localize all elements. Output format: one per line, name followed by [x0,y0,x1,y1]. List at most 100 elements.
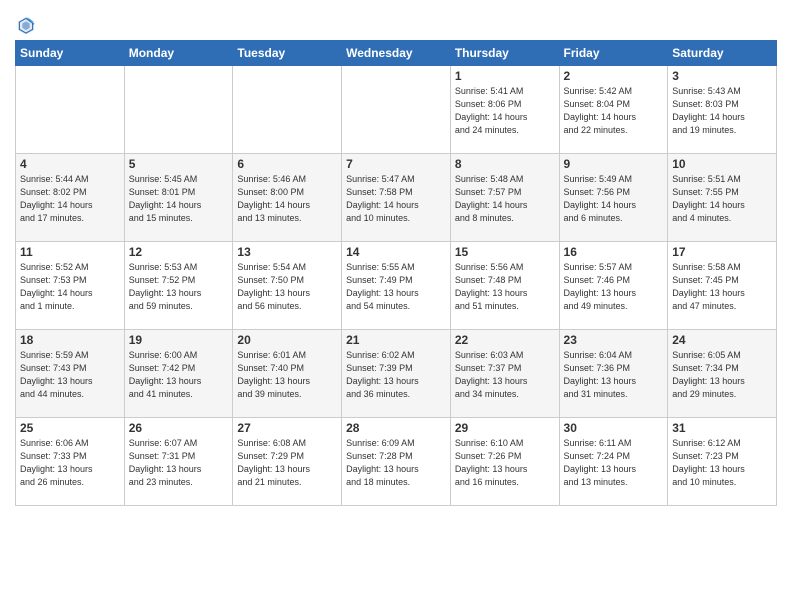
cell-data: Sunrise: 6:07 AM Sunset: 7:31 PM Dayligh… [129,437,229,489]
cell-data: Sunrise: 5:56 AM Sunset: 7:48 PM Dayligh… [455,261,555,313]
cal-cell: 10 Sunrise: 5:51 AM Sunset: 7:55 PM Dayli… [668,154,777,242]
logo-icon [15,14,37,36]
col-header-wednesday: Wednesday [342,41,451,66]
day-number: 6 [237,157,337,171]
cal-cell: 17 Sunrise: 5:58 AM Sunset: 7:45 PM Dayli… [668,242,777,330]
day-number: 31 [672,421,772,435]
cell-data: Sunrise: 6:03 AM Sunset: 7:37 PM Dayligh… [455,349,555,401]
day-number: 11 [20,245,120,259]
cell-data: Sunrise: 6:10 AM Sunset: 7:26 PM Dayligh… [455,437,555,489]
day-number: 19 [129,333,229,347]
header-row: SundayMondayTuesdayWednesdayThursdayFrid… [16,41,777,66]
cell-data: Sunrise: 5:45 AM Sunset: 8:01 PM Dayligh… [129,173,229,225]
cell-data: Sunrise: 6:08 AM Sunset: 7:29 PM Dayligh… [237,437,337,489]
day-number: 14 [346,245,446,259]
cal-cell [124,66,233,154]
day-number: 15 [455,245,555,259]
cal-cell: 21 Sunrise: 6:02 AM Sunset: 7:39 PM Dayli… [342,330,451,418]
cal-cell: 2 Sunrise: 5:42 AM Sunset: 8:04 PM Daylig… [559,66,668,154]
cal-cell: 26 Sunrise: 6:07 AM Sunset: 7:31 PM Dayli… [124,418,233,506]
cal-cell: 20 Sunrise: 6:01 AM Sunset: 7:40 PM Dayli… [233,330,342,418]
cell-data: Sunrise: 6:06 AM Sunset: 7:33 PM Dayligh… [20,437,120,489]
day-number: 4 [20,157,120,171]
day-number: 18 [20,333,120,347]
week-row-4: 18 Sunrise: 5:59 AM Sunset: 7:43 PM Dayli… [16,330,777,418]
col-header-thursday: Thursday [450,41,559,66]
cell-data: Sunrise: 5:57 AM Sunset: 7:46 PM Dayligh… [564,261,664,313]
cell-data: Sunrise: 6:05 AM Sunset: 7:34 PM Dayligh… [672,349,772,401]
cal-cell: 3Sunrise: 5:43 AM Sunset: 8:03 PM Daylig… [668,66,777,154]
cell-data: Sunrise: 5:51 AM Sunset: 7:55 PM Dayligh… [672,173,772,225]
calendar-table: SundayMondayTuesdayWednesdayThursdayFrid… [15,40,777,506]
day-number: 17 [672,245,772,259]
day-number: 1 [455,69,555,83]
cell-data: Sunrise: 5:49 AM Sunset: 7:56 PM Dayligh… [564,173,664,225]
day-number: 3 [672,69,772,83]
week-row-1: 1 Sunrise: 5:41 AM Sunset: 8:06 PM Daylig… [16,66,777,154]
day-number: 24 [672,333,772,347]
cal-cell [233,66,342,154]
week-row-2: 4Sunrise: 5:44 AM Sunset: 8:02 PM Daylig… [16,154,777,242]
cell-data: Sunrise: 5:54 AM Sunset: 7:50 PM Dayligh… [237,261,337,313]
cell-data: Sunrise: 5:47 AM Sunset: 7:58 PM Dayligh… [346,173,446,225]
cell-data: Sunrise: 5:41 AM Sunset: 8:06 PM Dayligh… [455,85,555,137]
cal-cell: 30Sunrise: 6:11 AM Sunset: 7:24 PM Dayli… [559,418,668,506]
day-number: 21 [346,333,446,347]
cell-data: Sunrise: 5:48 AM Sunset: 7:57 PM Dayligh… [455,173,555,225]
cal-cell: 1 Sunrise: 5:41 AM Sunset: 8:06 PM Daylig… [450,66,559,154]
day-number: 8 [455,157,555,171]
cell-data: Sunrise: 6:12 AM Sunset: 7:23 PM Dayligh… [672,437,772,489]
cell-data: Sunrise: 6:01 AM Sunset: 7:40 PM Dayligh… [237,349,337,401]
day-number: 2 [564,69,664,83]
cal-cell [16,66,125,154]
cal-cell: 11 Sunrise: 5:52 AM Sunset: 7:53 PM Dayli… [16,242,125,330]
day-number: 13 [237,245,337,259]
cal-cell: 12 Sunrise: 5:53 AM Sunset: 7:52 PM Dayli… [124,242,233,330]
week-row-5: 25Sunrise: 6:06 AM Sunset: 7:33 PM Dayli… [16,418,777,506]
cal-cell: 9 Sunrise: 5:49 AM Sunset: 7:56 PM Daylig… [559,154,668,242]
cal-cell: 23 Sunrise: 6:04 AM Sunset: 7:36 PM Dayli… [559,330,668,418]
cal-cell: 24 Sunrise: 6:05 AM Sunset: 7:34 PM Dayli… [668,330,777,418]
cell-data: Sunrise: 6:00 AM Sunset: 7:42 PM Dayligh… [129,349,229,401]
cell-data: Sunrise: 5:59 AM Sunset: 7:43 PM Dayligh… [20,349,120,401]
cell-data: Sunrise: 6:11 AM Sunset: 7:24 PM Dayligh… [564,437,664,489]
day-number: 23 [564,333,664,347]
cal-cell: 14 Sunrise: 5:55 AM Sunset: 7:49 PM Dayli… [342,242,451,330]
cal-cell: 29 Sunrise: 6:10 AM Sunset: 7:26 PM Dayli… [450,418,559,506]
cal-cell: 22Sunrise: 6:03 AM Sunset: 7:37 PM Dayli… [450,330,559,418]
day-number: 26 [129,421,229,435]
cal-cell: 16 Sunrise: 5:57 AM Sunset: 7:46 PM Dayli… [559,242,668,330]
day-number: 12 [129,245,229,259]
cal-cell: 7 Sunrise: 5:47 AM Sunset: 7:58 PM Daylig… [342,154,451,242]
col-header-friday: Friday [559,41,668,66]
cal-cell: 18 Sunrise: 5:59 AM Sunset: 7:43 PM Dayli… [16,330,125,418]
calendar-page: SundayMondayTuesdayWednesdayThursdayFrid… [0,0,792,516]
cell-data: Sunrise: 5:58 AM Sunset: 7:45 PM Dayligh… [672,261,772,313]
col-header-sunday: Sunday [16,41,125,66]
day-number: 7 [346,157,446,171]
cell-data: Sunrise: 5:52 AM Sunset: 7:53 PM Dayligh… [20,261,120,313]
cell-data: Sunrise: 5:46 AM Sunset: 8:00 PM Dayligh… [237,173,337,225]
cell-data: Sunrise: 6:02 AM Sunset: 7:39 PM Dayligh… [346,349,446,401]
logo [15,14,40,36]
cal-cell: 6 Sunrise: 5:46 AM Sunset: 8:00 PM Daylig… [233,154,342,242]
day-number: 5 [129,157,229,171]
cell-data: Sunrise: 5:53 AM Sunset: 7:52 PM Dayligh… [129,261,229,313]
header [15,10,777,36]
cal-cell: 4Sunrise: 5:44 AM Sunset: 8:02 PM Daylig… [16,154,125,242]
cal-cell [342,66,451,154]
cell-data: Sunrise: 6:09 AM Sunset: 7:28 PM Dayligh… [346,437,446,489]
cell-data: Sunrise: 6:04 AM Sunset: 7:36 PM Dayligh… [564,349,664,401]
day-number: 9 [564,157,664,171]
cal-cell: 25Sunrise: 6:06 AM Sunset: 7:33 PM Dayli… [16,418,125,506]
day-number: 27 [237,421,337,435]
cell-data: Sunrise: 5:55 AM Sunset: 7:49 PM Dayligh… [346,261,446,313]
col-header-tuesday: Tuesday [233,41,342,66]
cell-data: Sunrise: 5:42 AM Sunset: 8:04 PM Dayligh… [564,85,664,137]
week-row-3: 11 Sunrise: 5:52 AM Sunset: 7:53 PM Dayli… [16,242,777,330]
day-number: 20 [237,333,337,347]
day-number: 10 [672,157,772,171]
day-number: 29 [455,421,555,435]
cal-cell: 8 Sunrise: 5:48 AM Sunset: 7:57 PM Daylig… [450,154,559,242]
day-number: 16 [564,245,664,259]
